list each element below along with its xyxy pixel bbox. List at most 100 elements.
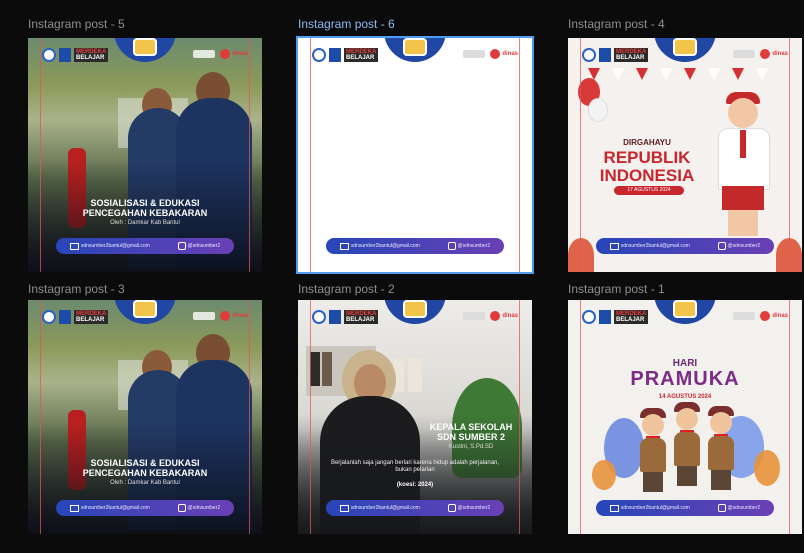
- pramuka-date: 14 AGUSTUS 2024: [658, 394, 712, 400]
- frame-label-post-2[interactable]: Instagram post - 2: [298, 282, 395, 296]
- frame-label-post-4[interactable]: Instagram post - 4: [568, 17, 665, 31]
- partner-logos: MERDEKA BELAJAR: [42, 48, 109, 62]
- republik-text: REPUBLIK: [603, 148, 691, 167]
- dirgahayu-text: DIRGAHAYU: [623, 138, 671, 147]
- partner-logos-right: dinas: [733, 311, 788, 321]
- scout-illustration: [711, 470, 731, 490]
- dinas-logo: dinas: [220, 49, 248, 59]
- mail-icon: [339, 242, 349, 250]
- quote-source: (koesi: 2024): [396, 482, 434, 488]
- layout-guide: [40, 300, 41, 534]
- partner-logo: [733, 50, 756, 58]
- frame-label-post-6[interactable]: Instagram post - 6: [298, 17, 395, 31]
- photo-gradient: [28, 424, 262, 534]
- principal-name: Kustini, S.Pd.SD: [448, 444, 494, 450]
- layout-guide: [249, 300, 250, 534]
- instagram-icon: [447, 504, 456, 512]
- scout-illustration: [677, 466, 697, 486]
- kabupaten-logo: [599, 48, 611, 62]
- scout-illustration: [676, 408, 698, 430]
- date-badge: 17 AGUSTUS 2024: [614, 186, 684, 195]
- byline: Oleh : Damkar Kab Bantul: [110, 220, 180, 226]
- scout-illustration: [640, 438, 666, 472]
- scout-illustration: [642, 414, 664, 436]
- bunting-decoration: [568, 68, 802, 90]
- partner-logos-right: dinas: [193, 311, 248, 321]
- contact-bar: sdnsumber2bantul@gmail.com @sdnsumber2: [56, 238, 234, 254]
- plant-decoration: [568, 238, 594, 272]
- partner-logos-right: dinas: [193, 49, 248, 59]
- leaf-decoration: [592, 460, 616, 490]
- byline: Oleh : Damkar Kab Bantul: [110, 480, 180, 486]
- pramuka-title: PRAMUKA: [630, 368, 740, 390]
- dinas-logo: dinas: [760, 49, 788, 59]
- dinas-logo: dinas: [490, 49, 518, 59]
- layout-guide: [310, 300, 311, 534]
- kabupaten-logo: [329, 48, 341, 62]
- contact-instagram: @sdnsumber2: [727, 243, 761, 249]
- kabupaten-logo: [329, 310, 341, 324]
- tut-wuri-logo: [582, 310, 596, 324]
- instagram-icon: [447, 242, 456, 250]
- tut-wuri-logo: [312, 48, 326, 62]
- frame-instagram-post-2[interactable]: MERDEKA BELAJAR dinas KEPALA SEKOLAH SDN S…: [298, 300, 532, 534]
- contact-bar: sdnsumber2bantul@gmail.com @sdnsumber2: [596, 238, 774, 254]
- partner-logo: [193, 312, 216, 320]
- partner-logo: [733, 312, 756, 320]
- frame-label-post-3[interactable]: Instagram post - 3: [28, 282, 125, 296]
- layout-guide: [580, 38, 581, 272]
- mail-icon: [69, 242, 79, 250]
- partner-logo: [463, 312, 486, 320]
- partner-logos: MERDEKA BELAJAR: [42, 310, 109, 324]
- mail-icon: [69, 504, 79, 512]
- school-logo: [673, 38, 697, 56]
- partner-logo: [193, 50, 216, 58]
- headline-line-2: PENCEGAHAN KEBAKARAN: [82, 468, 208, 478]
- frame-instagram-post-3[interactable]: MERDEKA BELAJAR dinas SOSIALISASI & EDUKA…: [28, 300, 262, 534]
- frame-instagram-post-4[interactable]: MERDEKA BELAJAR dinas DIRGAHAYU REPUBLIK …: [568, 38, 802, 272]
- partner-logos-right: dinas: [733, 49, 788, 59]
- scout-illustration: [674, 432, 700, 466]
- headline-line-1: SOSIALISASI & EDUKASI: [90, 458, 200, 468]
- principal-quote: Berjalanlah saja jangan berlari karena h…: [330, 460, 500, 473]
- frame-instagram-post-6[interactable]: MERDEKA BELAJAR dinas sdnsumber2bantul@gm…: [296, 36, 534, 274]
- student-illustration: [740, 130, 746, 158]
- contact-email: sdnsumber2bantul@gmail.com: [620, 505, 690, 511]
- mail-icon: [609, 504, 619, 512]
- merdeka-belajar-logo: MERDEKA BELAJAR: [74, 310, 109, 324]
- frame-instagram-post-5[interactable]: MERDEKA BELAJAR dinas SOSIALISASI & EDUKA…: [28, 38, 262, 272]
- principal-title: KEPALA SEKOLAH SDN SUMBER 2: [429, 422, 513, 442]
- contact-email: sdnsumber2bantul@gmail.com: [80, 505, 150, 511]
- student-illustration: [728, 210, 758, 236]
- layout-guide: [789, 300, 790, 534]
- dinas-logo: dinas: [490, 311, 518, 321]
- partner-logos: MERDEKA BELAJAR: [582, 48, 649, 62]
- merdeka-belajar-logo: MERDEKA BELAJAR: [344, 48, 379, 62]
- contact-email: sdnsumber2bantul@gmail.com: [350, 505, 420, 511]
- school-logo: [133, 300, 157, 318]
- merdeka-belajar-logo: MERDEKA BELAJAR: [344, 310, 379, 324]
- indonesia-text: INDONESIA: [599, 166, 695, 185]
- instagram-icon: [177, 242, 186, 250]
- contact-bar: sdnsumber2bantul@gmail.com @sdnsumber2: [56, 500, 234, 516]
- frame-instagram-post-1[interactable]: MERDEKA BELAJAR dinas HARI PRAMUKA 14 AGU…: [568, 300, 802, 534]
- frame-label-post-5[interactable]: Instagram post - 5: [28, 17, 125, 31]
- leaf-decoration: [754, 450, 780, 486]
- headline-line-1: SOSIALISASI & EDUKASI: [90, 198, 200, 208]
- blank-background: [298, 38, 532, 272]
- layout-guide: [40, 38, 41, 272]
- contact-instagram: @sdnsumber2: [457, 505, 491, 511]
- kabupaten-logo: [59, 310, 71, 324]
- layout-guide: [519, 300, 520, 534]
- instagram-icon: [717, 242, 726, 250]
- book-image: [310, 352, 320, 386]
- headline-line-2: PENCEGAHAN KEBAKARAN: [82, 208, 208, 218]
- frame-label-post-1[interactable]: Instagram post - 1: [568, 282, 665, 296]
- contact-email: sdnsumber2bantul@gmail.com: [80, 243, 150, 249]
- contact-instagram: @sdnsumber2: [187, 243, 221, 249]
- contact-bar: sdnsumber2bantul@gmail.com @sdnsumber2: [596, 500, 774, 516]
- instagram-icon: [717, 504, 726, 512]
- scout-illustration: [643, 472, 663, 492]
- layout-guide: [249, 38, 250, 272]
- tut-wuri-logo: [582, 48, 596, 62]
